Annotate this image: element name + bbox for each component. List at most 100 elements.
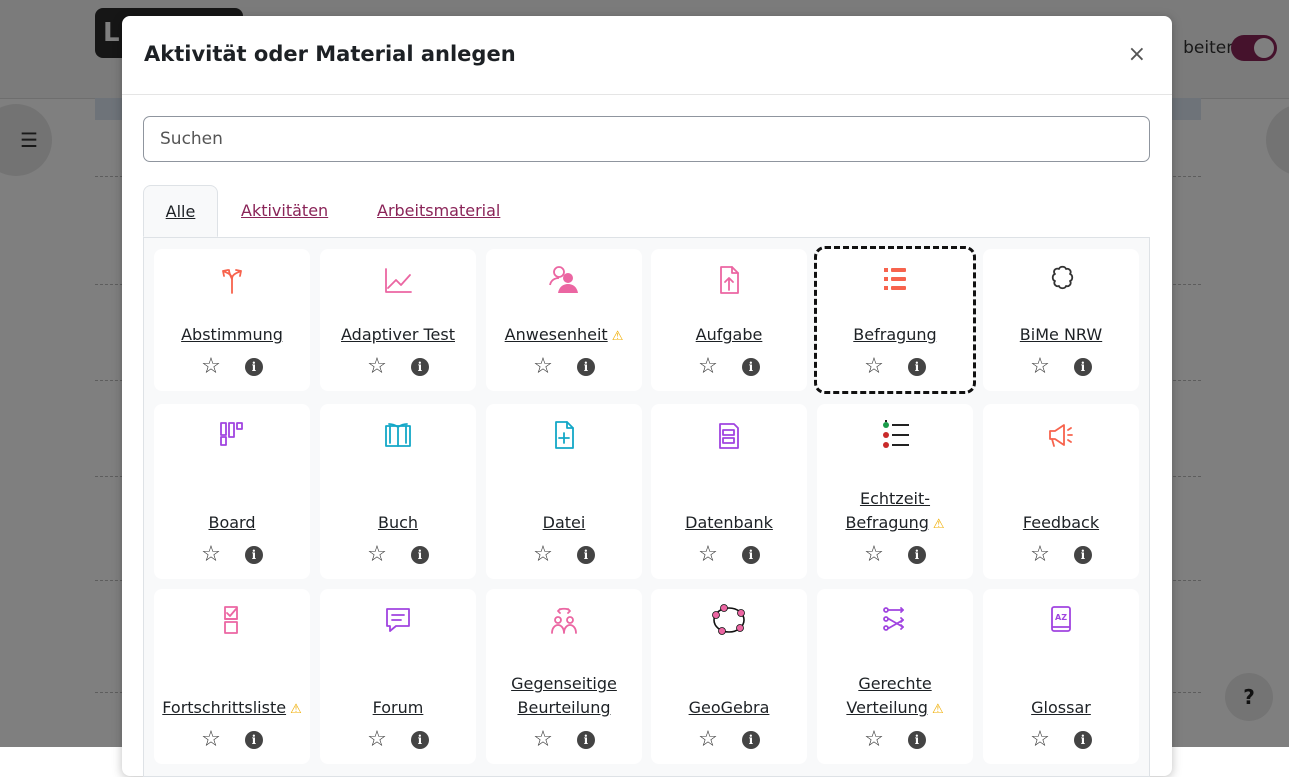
- module-actions: ☆ i: [486, 728, 642, 752]
- star-icon[interactable]: ☆: [698, 356, 718, 378]
- module-name-line: Gerechte: [858, 674, 932, 693]
- info-icon[interactable]: i: [1073, 546, 1092, 564]
- info-icon[interactable]: i: [907, 546, 926, 564]
- module-name[interactable]: Anwesenheit ⚠: [490, 323, 638, 349]
- module-name[interactable]: Board: [158, 511, 306, 535]
- star-icon[interactable]: ☆: [1030, 729, 1050, 751]
- star-icon[interactable]: ☆: [864, 729, 884, 751]
- module-actions: ☆ i: [983, 543, 1139, 567]
- module-name-line: Beurteilung: [517, 698, 611, 717]
- module-card-geogebra[interactable]: GeoGebra ☆ i: [651, 589, 807, 764]
- module-actions: ☆ i: [486, 355, 642, 379]
- close-icon[interactable]: ×: [1128, 44, 1146, 66]
- module-name-line: Verteilung: [846, 698, 928, 717]
- info-icon[interactable]: i: [244, 358, 263, 376]
- info-icon[interactable]: i: [907, 358, 926, 376]
- star-icon[interactable]: ☆: [1030, 544, 1050, 566]
- chart-line-icon: [320, 263, 476, 297]
- module-name[interactable]: Forum: [324, 696, 472, 720]
- module-actions: ☆ i: [320, 543, 476, 567]
- info-icon[interactable]: i: [244, 731, 263, 749]
- info-icon[interactable]: i: [741, 358, 760, 376]
- info-icon[interactable]: i: [410, 731, 429, 749]
- star-icon[interactable]: ☆: [533, 544, 553, 566]
- star-icon[interactable]: ☆: [367, 729, 387, 751]
- module-card-befragung[interactable]: Befragung ☆ i: [814, 246, 976, 394]
- module-name[interactable]: Buch: [324, 511, 472, 535]
- module-name[interactable]: Feedback: [987, 511, 1135, 535]
- module-actions: ☆ i: [651, 543, 807, 567]
- info-icon[interactable]: i: [1073, 731, 1092, 749]
- star-icon[interactable]: ☆: [698, 544, 718, 566]
- module-name[interactable]: Datei: [490, 511, 638, 535]
- module-card-board[interactable]: Board ☆ i: [154, 404, 310, 579]
- info-icon[interactable]: i: [576, 546, 595, 564]
- module-name-line: GeoGebra: [688, 698, 770, 717]
- checklist-icon: [154, 603, 310, 637]
- module-name[interactable]: Aufgabe: [655, 323, 803, 347]
- module-card-gegenseitige[interactable]: Gegenseitige Beurteilung ☆ i: [486, 589, 642, 764]
- star-icon[interactable]: ☆: [367, 544, 387, 566]
- questionnaire-icon: [817, 263, 973, 297]
- info-icon[interactable]: i: [1073, 358, 1092, 376]
- module-name[interactable]: Gerechte Verteilung ⚠: [821, 672, 969, 722]
- info-icon[interactable]: i: [741, 731, 760, 749]
- module-card-aufgabe[interactable]: Aufgabe ☆ i: [651, 249, 807, 391]
- module-name[interactable]: Echtzeit- Befragung ⚠: [821, 487, 969, 537]
- module-card-datenbank[interactable]: Datenbank ☆ i: [651, 404, 807, 579]
- star-icon[interactable]: ☆: [201, 544, 221, 566]
- info-icon[interactable]: i: [576, 731, 595, 749]
- activity-chooser-modal: Aktivität oder Material anlegen × Alle A…: [122, 16, 1172, 777]
- module-card-echtzeit[interactable]: Echtzeit- Befragung ⚠ ☆ i: [817, 404, 973, 579]
- info-icon[interactable]: i: [244, 546, 263, 564]
- star-icon[interactable]: ☆: [533, 729, 553, 751]
- info-icon[interactable]: i: [410, 546, 429, 564]
- workshop-icon: [486, 603, 642, 637]
- tab-resources[interactable]: Arbeitsmaterial: [377, 185, 500, 237]
- file-icon: [486, 418, 642, 452]
- info-icon[interactable]: i: [576, 358, 595, 376]
- star-icon[interactable]: ☆: [1030, 356, 1050, 378]
- module-name[interactable]: GeoGebra: [655, 696, 803, 720]
- module-card-glossar[interactable]: AZ Glossar ☆ i: [983, 589, 1139, 764]
- tab-activities[interactable]: Aktivitäten: [241, 185, 328, 237]
- ratingallocate-icon: [817, 603, 973, 637]
- info-icon[interactable]: i: [410, 358, 429, 376]
- module-name[interactable]: Glossar: [987, 696, 1135, 720]
- glossary-icon: AZ: [983, 603, 1139, 637]
- module-name[interactable]: Fortschrittsliste ⚠: [158, 696, 306, 722]
- module-card-fortschrittsliste[interactable]: Fortschrittsliste ⚠ ☆ i: [154, 589, 310, 764]
- module-card-forum[interactable]: Forum ☆ i: [320, 589, 476, 764]
- warning-icon: ⚠: [931, 702, 944, 717]
- search-input[interactable]: [143, 116, 1150, 162]
- module-card-datei[interactable]: Datei ☆ i: [486, 404, 642, 579]
- warning-icon: ⚠: [611, 329, 624, 344]
- star-icon[interactable]: ☆: [698, 729, 718, 751]
- module-actions: ☆ i: [817, 728, 973, 752]
- info-icon[interactable]: i: [741, 546, 760, 564]
- module-card-gerechte[interactable]: Gerechte Verteilung ⚠ ☆ i: [817, 589, 973, 764]
- module-name-line: Glossar: [1031, 698, 1091, 717]
- module-name[interactable]: Gegenseitige Beurteilung: [490, 672, 638, 720]
- module-name[interactable]: Abstimmung: [158, 323, 306, 347]
- module-card-buch[interactable]: Buch ☆ i: [320, 404, 476, 579]
- module-name[interactable]: Adaptiver Test: [324, 323, 472, 347]
- module-name[interactable]: Datenbank: [655, 511, 803, 535]
- info-icon[interactable]: i: [907, 731, 926, 749]
- module-card-feedback[interactable]: Feedback ☆ i: [983, 404, 1139, 579]
- module-card-anwesenheit[interactable]: Anwesenheit ⚠ ☆ i: [486, 249, 642, 391]
- star-icon[interactable]: ☆: [201, 356, 221, 378]
- module-name[interactable]: BiMe NRW: [987, 323, 1135, 347]
- module-name-line: Befragung: [853, 325, 937, 344]
- module-card-bime-nrw[interactable]: BiMe NRW ☆ i: [983, 249, 1139, 391]
- star-icon[interactable]: ☆: [864, 544, 884, 566]
- tab-all[interactable]: Alle: [143, 185, 218, 237]
- module-name[interactable]: Befragung: [821, 323, 969, 347]
- star-icon[interactable]: ☆: [864, 356, 884, 378]
- module-card-abstimmung[interactable]: Abstimmung ☆ i: [154, 249, 310, 391]
- star-icon[interactable]: ☆: [533, 356, 553, 378]
- star-icon[interactable]: ☆: [367, 356, 387, 378]
- module-card-adaptiver-test[interactable]: Adaptiver Test ☆ i: [320, 249, 476, 391]
- star-icon[interactable]: ☆: [201, 729, 221, 751]
- module-name-line: Adaptiver Test: [341, 325, 455, 344]
